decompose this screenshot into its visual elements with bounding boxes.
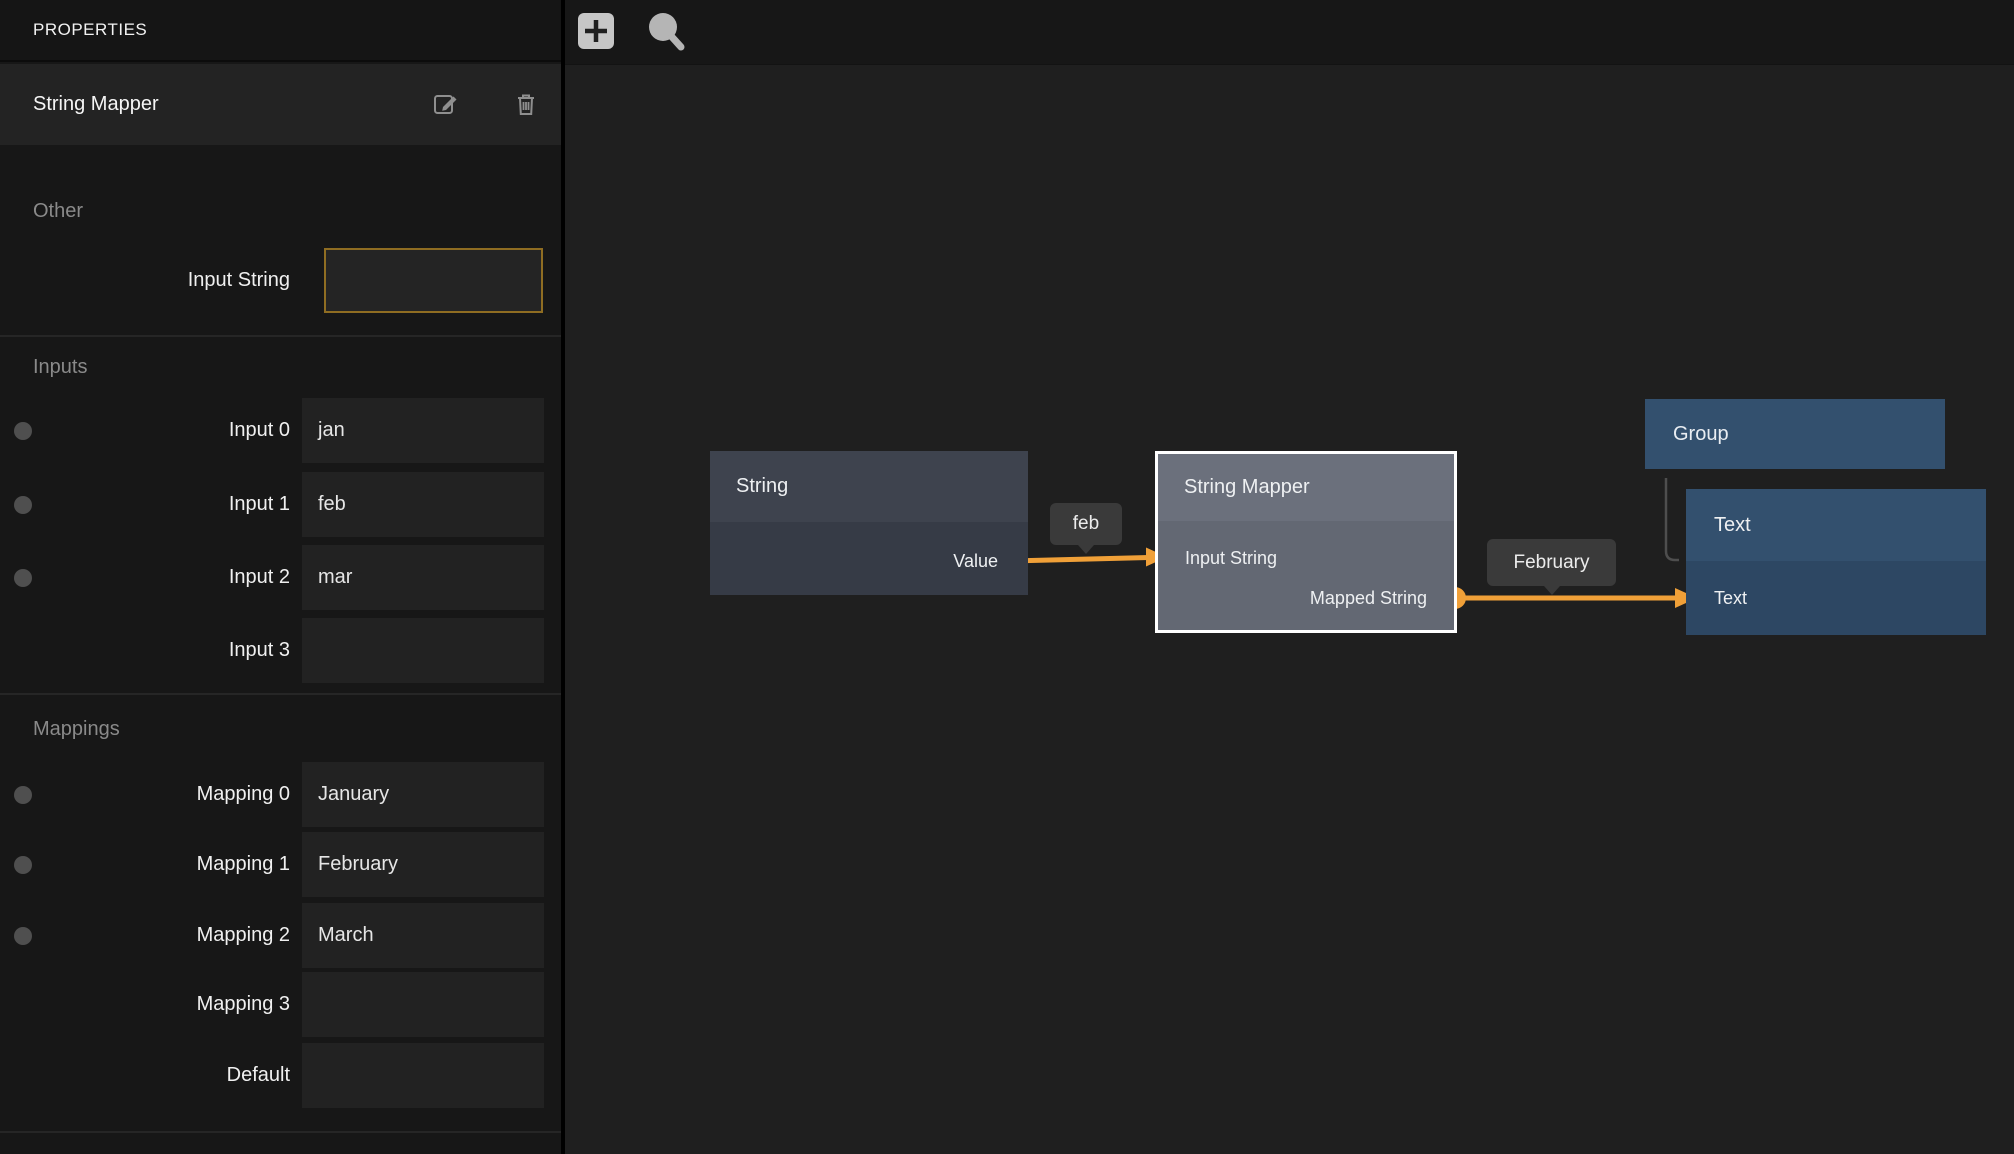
port-row-value: Value: [710, 541, 1028, 581]
field-row-input-string: Input String: [0, 248, 561, 313]
port-row-input-string: Input String: [1158, 538, 1454, 578]
canvas-toolbar: [565, 0, 2014, 65]
magnifier-icon: [643, 8, 685, 52]
selected-node-title: String Mapper: [33, 93, 159, 116]
field-label: Mapping 1: [0, 832, 290, 897]
section-header-inputs: Inputs: [33, 356, 87, 379]
field-row-input-1: Input 1 feb: [0, 472, 561, 537]
node-string-mapper-header: String Mapper: [1158, 454, 1454, 521]
field-label: Mapping 3: [0, 972, 290, 1037]
properties-title: PROPERTIES: [33, 20, 147, 40]
port-label: Text: [1714, 588, 1747, 609]
node-title: String Mapper: [1184, 476, 1310, 499]
properties-panel-header: PROPERTIES: [0, 0, 561, 62]
section-header-mappings: Mappings: [33, 718, 120, 741]
mapping-0-field[interactable]: January: [302, 762, 544, 827]
mapping-1-field[interactable]: February: [302, 832, 544, 897]
node-editor-canvas[interactable]: String Value String Mapper Input String …: [565, 0, 2014, 1154]
edit-pencil-icon: [432, 90, 460, 118]
port-row-mapped-string: Mapped String: [1158, 578, 1454, 618]
trash-icon: [512, 90, 540, 118]
section-divider: [0, 693, 561, 695]
field-label: Mapping 0: [0, 762, 290, 827]
properties-panel: PROPERTIES String Mapper Other Input Str…: [0, 0, 565, 1154]
mapping-2-field[interactable]: March: [302, 903, 544, 968]
field-row-mapping-0: Mapping 0 January: [0, 762, 561, 827]
rename-node-button[interactable]: [432, 90, 460, 118]
input-string-field[interactable]: [324, 248, 543, 313]
section-divider: [0, 1131, 561, 1133]
node-string-mapper[interactable]: String Mapper Input String Mapped String: [1155, 451, 1457, 633]
field-row-input-3: Input 3: [0, 618, 561, 683]
selected-node-row: String Mapper: [0, 64, 561, 145]
field-label: Input 1: [0, 472, 290, 537]
input-2-field[interactable]: mar: [302, 545, 544, 610]
port-label: Value: [953, 551, 998, 572]
node-text[interactable]: Text Text: [1686, 489, 1986, 635]
section-divider: [0, 335, 561, 337]
field-label: Mapping 2: [0, 903, 290, 968]
port-label: Mapped String: [1310, 588, 1427, 609]
field-label: Default: [0, 1043, 290, 1108]
field-row-mapping-3: Mapping 3: [0, 972, 561, 1037]
field-row-input-0: Input 0 jan: [0, 398, 561, 463]
wire-value-tooltip: February: [1487, 539, 1616, 586]
wire-february[interactable]: [1444, 587, 1697, 609]
field-label: Input 3: [0, 618, 290, 683]
node-title: Group: [1673, 423, 1729, 446]
field-label: Input 2: [0, 545, 290, 610]
delete-node-button[interactable]: [512, 90, 540, 118]
zoom-search-button[interactable]: [643, 8, 685, 52]
group-child-connector: [1666, 478, 1679, 560]
input-3-field[interactable]: [302, 618, 544, 683]
field-row-default: Default: [0, 1043, 561, 1108]
port-row-text: Text: [1686, 578, 1986, 618]
mapping-3-field[interactable]: [302, 972, 544, 1037]
input-1-field[interactable]: feb: [302, 472, 544, 537]
field-row-mapping-1: Mapping 1 February: [0, 832, 561, 897]
node-string-header: String: [710, 451, 1028, 522]
default-field[interactable]: [302, 1043, 544, 1108]
node-title: String: [736, 475, 788, 498]
node-string[interactable]: String Value: [710, 451, 1028, 595]
field-label: Input 0: [0, 398, 290, 463]
node-title: Text: [1714, 514, 1751, 537]
input-0-field[interactable]: jan: [302, 398, 544, 463]
plus-icon: [578, 13, 614, 49]
section-header-other: Other: [33, 200, 83, 223]
field-row-input-2: Input 2 mar: [0, 545, 561, 610]
field-label: Input String: [0, 248, 290, 313]
node-text-header: Text: [1686, 489, 1986, 561]
port-label: Input String: [1185, 548, 1277, 569]
add-node-button[interactable]: [578, 13, 614, 49]
wire-value-tooltip: feb: [1050, 503, 1122, 545]
node-group[interactable]: Group: [1645, 399, 1945, 469]
field-row-mapping-2: Mapping 2 March: [0, 903, 561, 968]
